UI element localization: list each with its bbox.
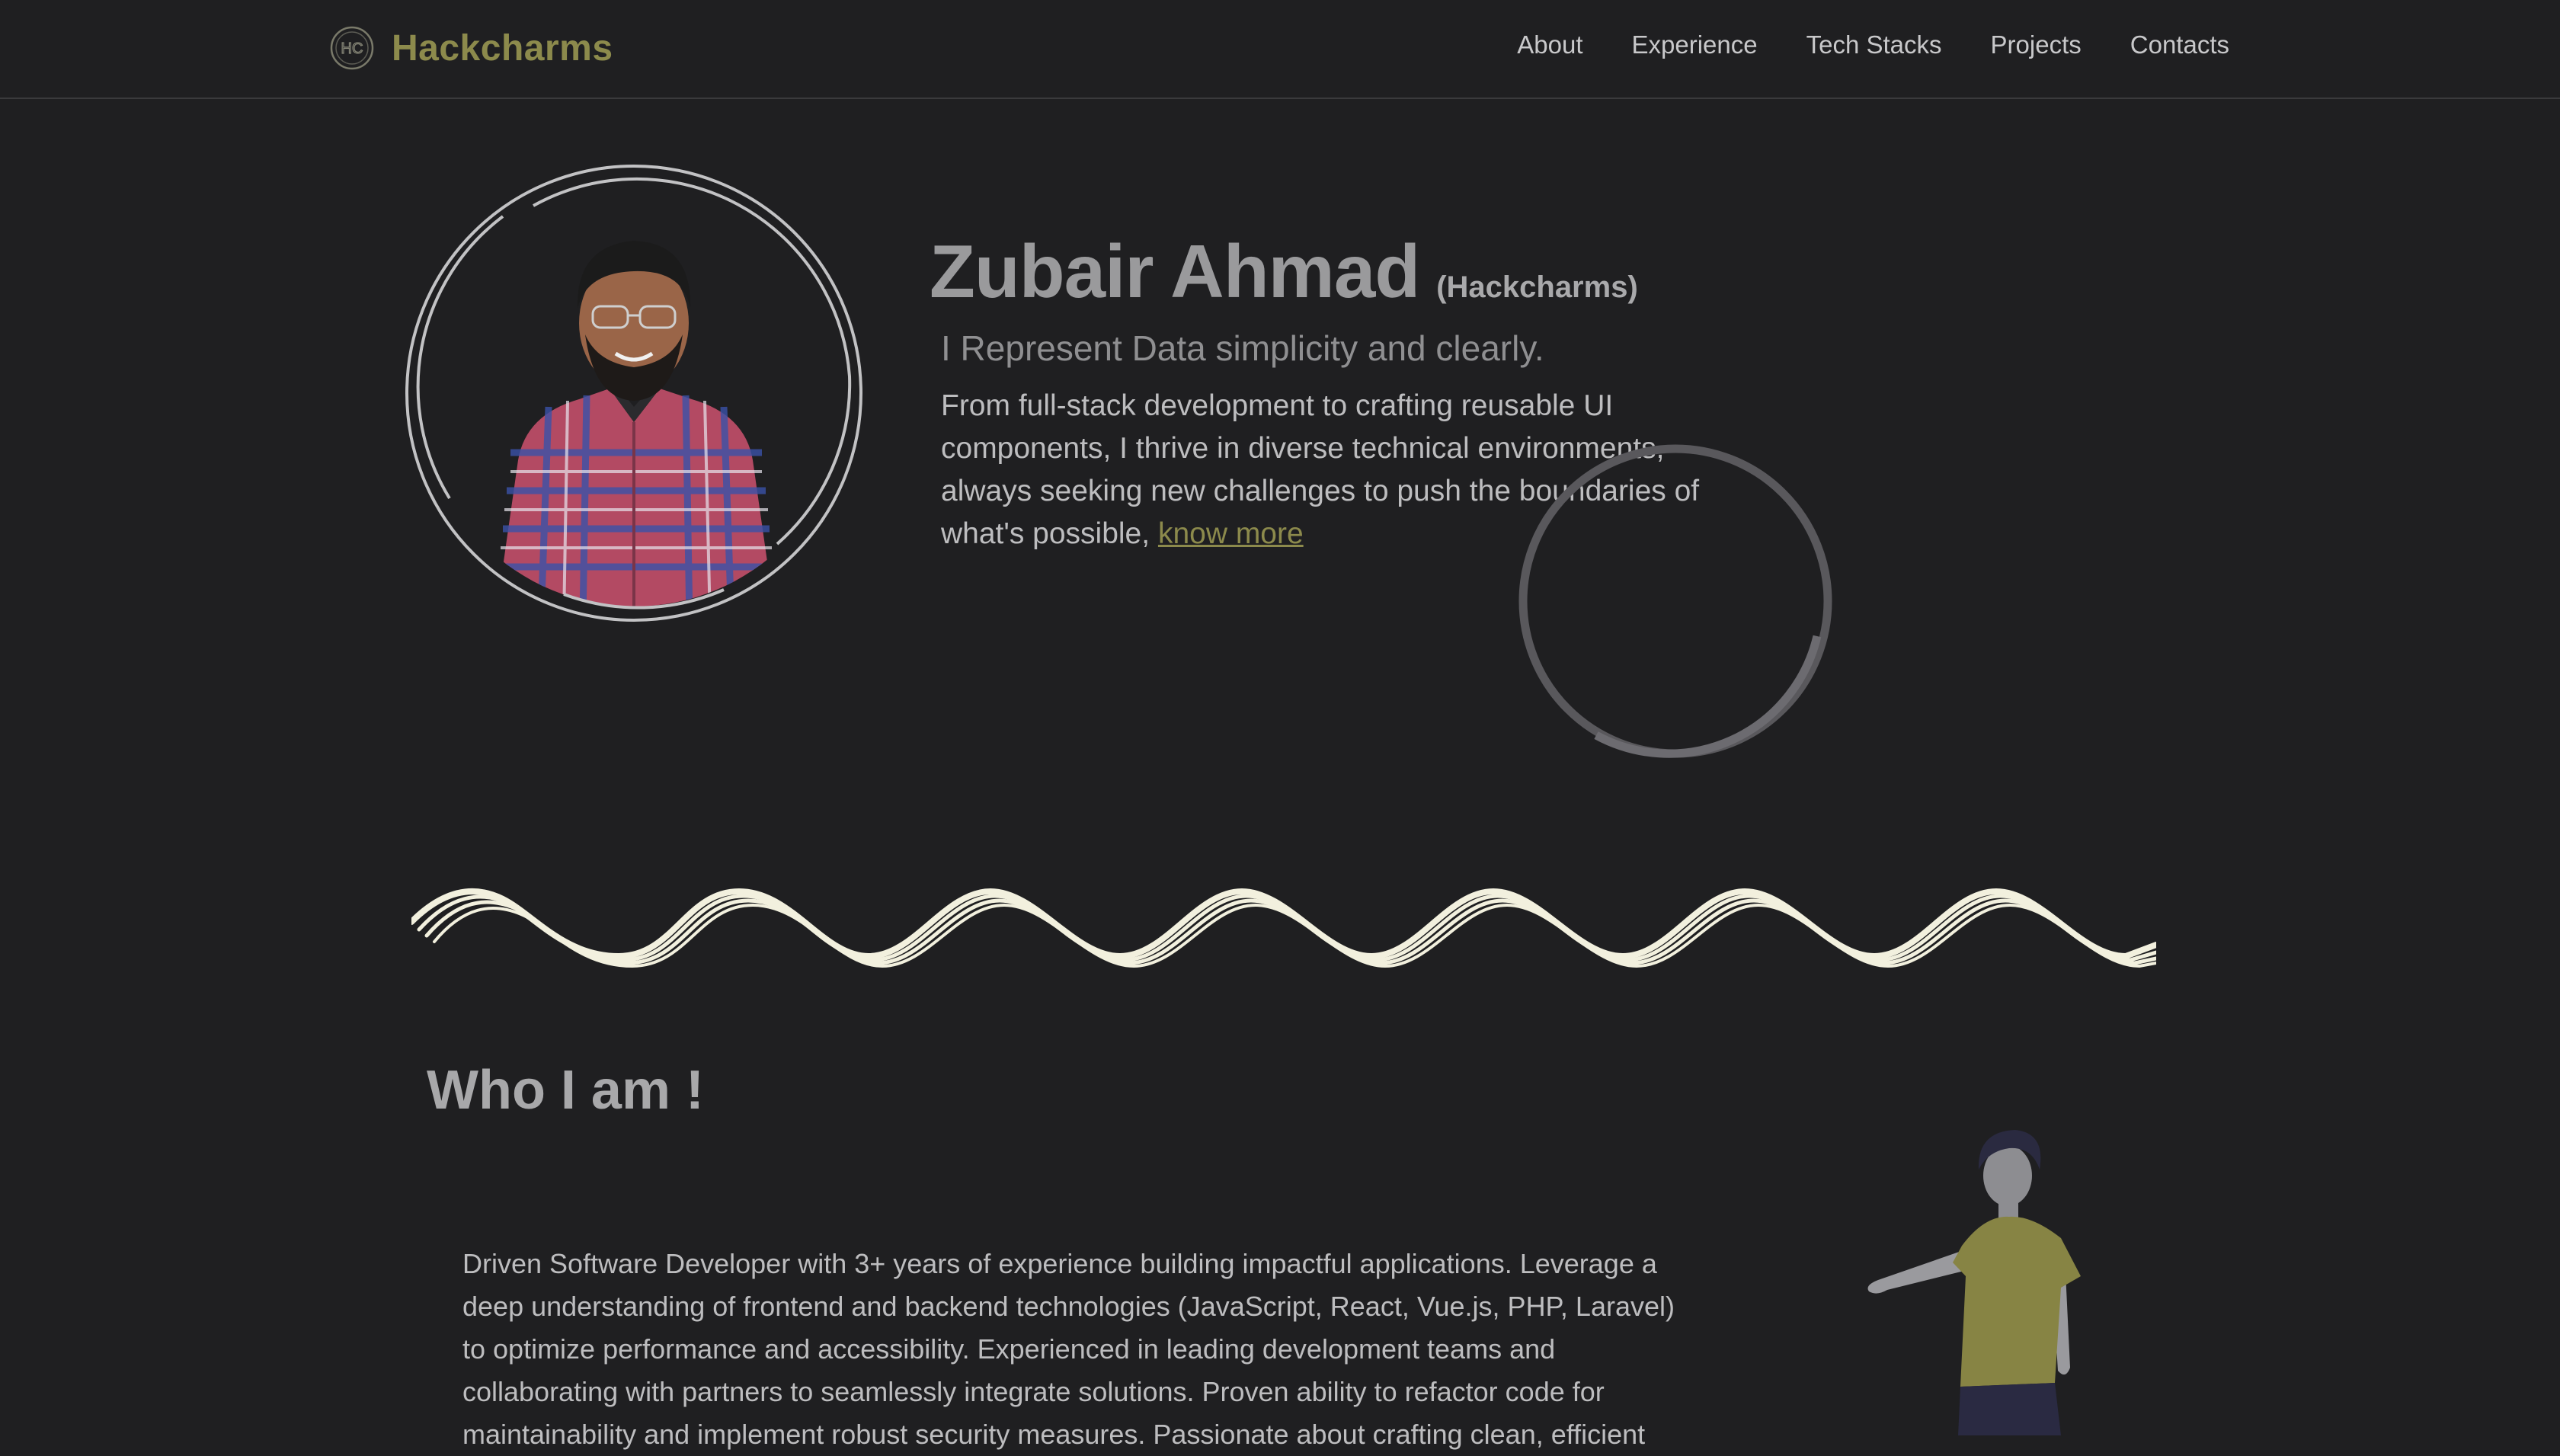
wave-divider <box>411 888 2156 968</box>
avatar-frame <box>405 165 862 622</box>
nav-link-projects[interactable]: Projects <box>1991 30 2082 59</box>
hero-name: Zubair Ahmad (Hackcharms) <box>930 229 1638 315</box>
who-section-title: Who I am ! <box>427 1060 704 1121</box>
decorative-ring-icon <box>1518 444 1832 758</box>
profile-photo <box>495 241 776 606</box>
nav-link-contacts[interactable]: Contacts <box>2130 30 2229 59</box>
hero-name-text: Zubair Ahmad <box>930 229 1420 313</box>
navbar: HC Hackcharms About Experience Tech Stac… <box>0 0 2560 99</box>
nav-link-about[interactable]: About <box>1517 30 1582 59</box>
nav-link-tech-stacks[interactable]: Tech Stacks <box>1806 30 1942 59</box>
profile-avatar <box>404 163 865 624</box>
brand-name[interactable]: Hackcharms <box>392 27 613 69</box>
hero-tagline: I Represent Data simplicity and clearly. <box>941 328 1544 368</box>
nav-links: About Experience Tech Stacks Projects Co… <box>1468 30 2229 59</box>
who-description: Driven Software Developer with 3+ years … <box>462 1248 1675 1450</box>
logo-text: HC <box>341 40 363 57</box>
brand[interactable]: HC Hackcharms <box>329 23 613 73</box>
hero-alias: (Hackcharms) <box>1436 270 1638 304</box>
know-more-link[interactable]: know more <box>1158 517 1304 550</box>
person-illustration <box>1867 1130 2081 1435</box>
hc-logo-icon: HC <box>330 26 374 70</box>
nav-link-experience[interactable]: Experience <box>1632 30 1758 59</box>
